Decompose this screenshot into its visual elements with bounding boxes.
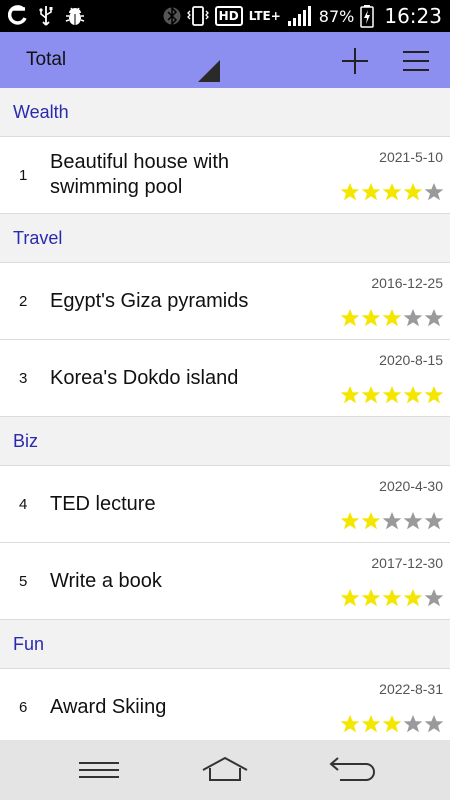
star-filled-icon [361,512,381,530]
star-rating [340,511,444,531]
menu-lines-icon [79,762,119,778]
item-title: Award Skiing [50,695,167,718]
star-filled-icon [382,183,402,201]
nav-menu-button[interactable] [74,750,124,790]
item-title: Korea's Dokdo island [50,366,239,389]
star-filled-icon [361,183,381,201]
nav-back-button[interactable] [326,750,376,790]
item-date: 2020-8-15 [379,352,443,368]
star-rating [340,182,444,202]
star-empty-icon [424,309,444,327]
item-title: Egypt's Giza pyramids [50,289,249,312]
star-filled-icon [403,386,423,404]
star-filled-icon [382,715,402,733]
item-title: TED lecture [50,492,156,515]
app-bar: Total [0,32,450,88]
section-title: Travel [13,227,63,248]
battery-percent: 87% [318,6,355,26]
status-left [8,4,86,28]
add-button[interactable] [338,44,372,78]
list-item[interactable]: 5 Write a book 2017-12-30 [0,543,450,620]
item-date: 2022-8-31 [379,681,443,697]
hamburger-menu-icon [403,51,429,71]
item-date: 2021-5-10 [379,149,443,165]
star-empty-icon [403,309,423,327]
list-item[interactable]: 6 Award Skiing 2022-8-31 [0,669,450,740]
star-filled-icon [361,715,381,733]
star-filled-icon [403,183,423,201]
star-empty-icon [403,715,423,733]
star-empty-icon [424,589,444,607]
item-number: 5 [19,572,28,590]
plus-icon [342,48,368,74]
item-number: 4 [19,495,28,513]
signal-icon [287,6,311,26]
section-header: Travel [0,214,450,263]
star-filled-icon [382,309,402,327]
star-rating [340,714,444,734]
star-filled-icon [424,386,444,404]
battery-charging-icon [360,5,375,28]
item-date: 2017-12-30 [371,555,443,571]
lte-label: LTE+ [248,9,281,23]
star-filled-icon [340,183,360,201]
status-bar: HD LTE+ 87% 16:23 [0,0,450,32]
star-filled-icon [403,589,423,607]
item-title: Beautiful house with swimming pool [50,151,230,198]
clock: 16:23 [384,4,442,28]
list-item[interactable]: 4 TED lecture 2020-4-30 [0,466,450,543]
star-empty-icon [403,512,423,530]
section-title: Fun [13,633,45,654]
menu-button[interactable] [398,44,434,78]
section-header: Fun [0,620,450,669]
list-item[interactable]: 2 Egypt's Giza pyramids 2016-12-25 [0,263,450,340]
hd-voice-icon: HD [214,6,243,26]
star-empty-icon [424,715,444,733]
item-date: 2016-12-25 [371,275,443,291]
star-rating [340,308,444,328]
star-filled-icon [361,309,381,327]
star-filled-icon [340,386,360,404]
item-title: Write a book [50,569,162,592]
star-filled-icon [340,589,360,607]
status-right: HD LTE+ 87% 16:23 [163,0,442,32]
star-filled-icon [340,715,360,733]
star-rating [340,385,444,405]
star-filled-icon [382,589,402,607]
item-number: 6 [19,698,28,716]
item-number: 2 [19,292,28,310]
star-filled-icon [361,386,381,404]
category-title[interactable]: Total [26,49,66,71]
star-empty-icon [382,512,402,530]
star-filled-icon [340,309,360,327]
hd-label: HD [218,9,239,23]
list-item[interactable]: 1 Beautiful house with swimming pool 2021-… [0,137,450,214]
nav-home-button[interactable] [200,750,250,790]
star-empty-icon [424,512,444,530]
list-item[interactable]: 3 Korea's Dokdo island 2020-8-15 [0,340,450,417]
vibrate-icon [186,6,209,26]
section-title: Biz [13,430,39,451]
carrier-logo-icon [8,5,27,25]
star-empty-icon [424,183,444,201]
star-filled-icon [340,512,360,530]
dropdown-indicator-icon[interactable] [198,60,220,82]
back-icon [329,757,375,781]
usb-icon [39,6,53,26]
section-title: Wealth [13,101,69,122]
item-number: 3 [19,369,28,387]
bucket-list[interactable]: Wealth 1 Beautiful house with swimming poo… [0,88,450,740]
debug-bug-icon [65,7,85,25]
item-number: 1 [19,166,28,184]
home-icon [202,756,248,781]
navigation-bar [0,740,450,800]
star-filled-icon [361,589,381,607]
star-filled-icon [382,386,402,404]
bluetooth-icon [163,6,181,26]
section-header: Biz [0,417,450,466]
star-rating [340,588,444,608]
item-date: 2020-4-30 [379,478,443,494]
lte-icon: LTE+ [249,10,281,22]
section-header: Wealth [0,88,450,137]
